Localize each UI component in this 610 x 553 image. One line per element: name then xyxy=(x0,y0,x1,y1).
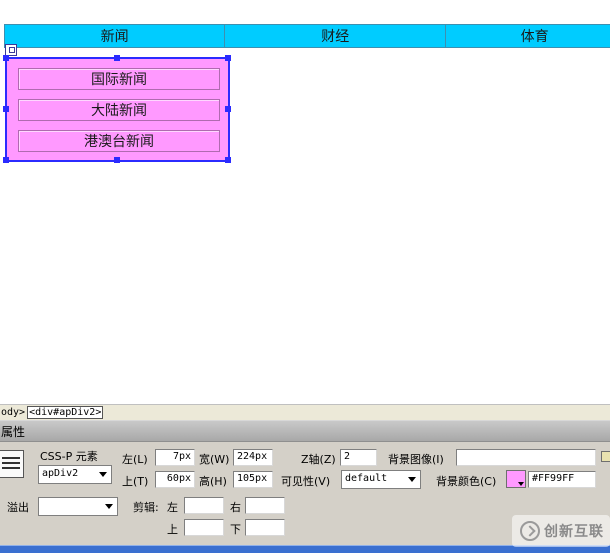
tag-selector-bar: ody> <div#apDiv2> xyxy=(0,404,610,420)
resize-handle-bottom-right[interactable] xyxy=(225,157,231,163)
width-label: 宽(W) xyxy=(199,453,230,466)
clip-top-input[interactable] xyxy=(184,519,224,536)
clip-left-label: 左 xyxy=(167,501,178,514)
bg-image-input[interactable] xyxy=(456,449,596,466)
left-label: 左(L) xyxy=(122,453,148,466)
sub-item-hk-macau-taiwan[interactable]: 港澳台新闻 xyxy=(18,130,220,152)
sub-item-mainland[interactable]: 大陆新闻 xyxy=(18,99,220,121)
watermark: 创新互联 xyxy=(512,515,610,547)
top-label: 上(T) xyxy=(122,475,149,488)
visibility-value: default xyxy=(345,473,388,484)
browse-folder-icon[interactable] xyxy=(601,451,610,462)
width-input[interactable]: 224px xyxy=(233,449,273,466)
overflow-select[interactable] xyxy=(38,497,118,516)
resize-handle-bottom-left[interactable] xyxy=(3,157,9,163)
clip-right-input[interactable] xyxy=(245,497,285,514)
tag-body[interactable]: ody> xyxy=(0,407,26,418)
design-view[interactable]: 新闻 财经 体育 国际新闻 大陆新闻 港澳台新闻 xyxy=(0,0,610,404)
dreamweaver-window: 新闻 财经 体育 国际新闻 大陆新闻 港澳台新闻 ody> <div#apDiv… xyxy=(0,0,610,553)
element-type-label: CSS-P 元素 xyxy=(40,450,98,463)
clip-bottom-label: 下 xyxy=(230,523,241,536)
visibility-label: 可见性(V) xyxy=(281,475,331,488)
left-input[interactable]: 7px xyxy=(155,449,195,466)
nav-item-finance[interactable]: 财经 xyxy=(225,24,447,48)
height-label: 高(H) xyxy=(199,475,227,488)
layer-id-select[interactable]: apDiv2 xyxy=(38,465,112,484)
resize-handle-top[interactable] xyxy=(114,55,120,61)
apdiv2-layer[interactable]: 国际新闻 大陆新闻 港澳台新闻 xyxy=(3,55,231,163)
resize-handle-top-right[interactable] xyxy=(225,55,231,61)
nav-item-sports[interactable]: 体育 xyxy=(446,24,610,48)
layer-id-value: apDiv2 xyxy=(42,468,79,479)
resize-handle-left[interactable] xyxy=(3,106,9,112)
watermark-logo-icon xyxy=(520,521,540,541)
dropdown-arrow-icon xyxy=(99,472,107,477)
nav-table: 新闻 财经 体育 xyxy=(4,24,610,48)
visibility-select[interactable]: default xyxy=(341,470,421,489)
clip-label: 剪辑: xyxy=(133,501,159,514)
height-input[interactable]: 105px xyxy=(233,471,273,488)
zindex-label: Z轴(Z) xyxy=(301,453,336,466)
watermark-text: 创新互联 xyxy=(544,524,604,540)
overflow-label: 溢出 xyxy=(7,501,29,514)
bg-color-label: 背景颜色(C) xyxy=(436,475,497,488)
sub-item-international[interactable]: 国际新闻 xyxy=(18,68,220,90)
bg-color-input[interactable]: #FF99FF xyxy=(528,471,596,488)
resize-handle-top-left[interactable] xyxy=(3,55,9,61)
dropdown-arrow-icon xyxy=(408,477,416,482)
bg-image-label: 背景图像(I) xyxy=(388,453,444,466)
properties-title: 属性 xyxy=(1,424,26,439)
clip-bottom-input[interactable] xyxy=(245,519,285,536)
resize-handle-bottom[interactable] xyxy=(114,157,120,163)
dropdown-arrow-icon xyxy=(105,504,113,509)
clip-left-input[interactable] xyxy=(184,497,224,514)
tag-div-apdiv2[interactable]: <div#apDiv2> xyxy=(27,406,104,419)
nav-item-news[interactable]: 新闻 xyxy=(4,24,226,48)
resize-handle-right[interactable] xyxy=(225,106,231,112)
css-p-element-icon xyxy=(0,450,24,478)
bg-color-swatch[interactable] xyxy=(506,470,526,488)
top-input[interactable]: 60px xyxy=(155,471,195,488)
clip-right-label: 右 xyxy=(230,501,241,514)
zindex-input[interactable]: 2 xyxy=(340,449,377,466)
properties-panel-header[interactable]: 属性 xyxy=(0,420,610,442)
clip-top-label: 上 xyxy=(167,523,178,536)
